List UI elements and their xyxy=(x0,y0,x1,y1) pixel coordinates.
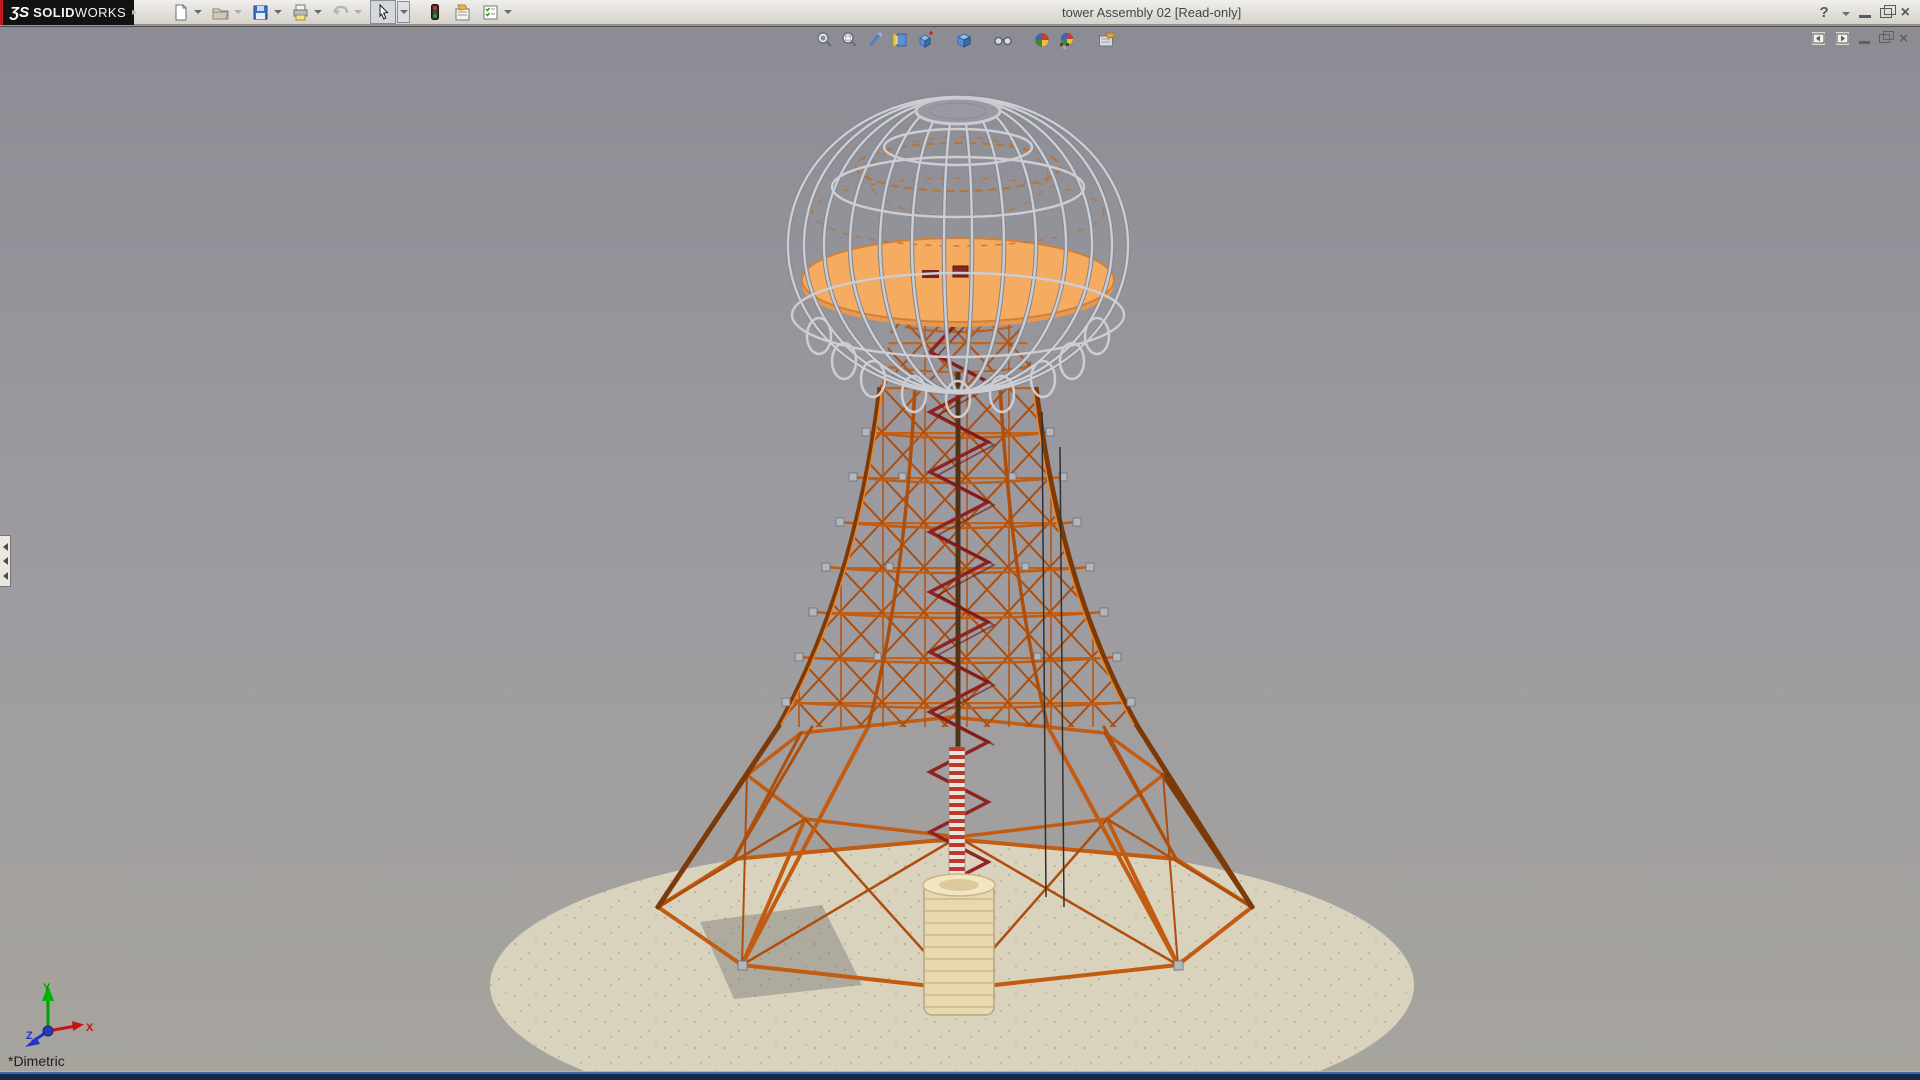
new-document-button[interactable] xyxy=(170,2,202,22)
collapse-arrow-icon xyxy=(3,543,8,551)
collapse-arrow-icon xyxy=(3,557,8,565)
taskbar-top-line xyxy=(0,1071,1920,1074)
logo-red-strip xyxy=(0,0,3,25)
window-title: tower Assembly 02 [Read-only] xyxy=(1062,0,1241,25)
section-view-button[interactable] xyxy=(890,30,910,50)
view-simulation-button[interactable] xyxy=(424,2,444,22)
help-button[interactable]: ? xyxy=(1819,4,1828,21)
help-dropdown[interactable] xyxy=(1842,12,1850,16)
solidworks-wordmark: SOLIDWORKS xyxy=(33,5,126,20)
zoom-to-area-button[interactable] xyxy=(840,30,860,50)
eyeglasses-icon xyxy=(993,31,1013,49)
undo-dropdown[interactable] xyxy=(354,10,362,14)
zoom-to-fit-icon xyxy=(816,31,834,49)
base-coil xyxy=(923,747,995,1015)
display-style-icon xyxy=(955,31,973,49)
section-view-icon xyxy=(891,31,909,49)
traffic-light-icon xyxy=(424,2,444,22)
restore-button[interactable] xyxy=(1880,8,1892,18)
doc-restore-button[interactable] xyxy=(1879,34,1890,43)
platform-equipment xyxy=(953,266,968,277)
zoom-to-fit-button[interactable] xyxy=(815,30,835,50)
minimize-button[interactable] xyxy=(1859,15,1871,18)
title-bar: ƷS SOLIDWORKS ▸ xyxy=(0,0,1920,25)
new-document-dropdown[interactable] xyxy=(194,10,202,14)
select-dropdown[interactable] xyxy=(397,1,410,23)
triad-y-label: Y xyxy=(43,982,51,994)
appearance-sphere-icon xyxy=(1033,31,1051,49)
view-orientation-label: *Dimetric xyxy=(8,1053,65,1069)
open-button[interactable] xyxy=(210,2,242,22)
save-dropdown[interactable] xyxy=(274,10,282,14)
display-style-button[interactable] xyxy=(954,30,974,50)
view-settings-button[interactable] xyxy=(1096,30,1116,50)
expand-right-panel-button[interactable] xyxy=(1835,31,1850,46)
dome-oculus xyxy=(916,98,1000,124)
reference-triad: Y X Z xyxy=(16,979,100,1053)
print-button[interactable] xyxy=(290,2,322,22)
options-dropdown[interactable] xyxy=(504,10,512,14)
scene-sphere-icon xyxy=(1058,31,1076,49)
select-pressed-state xyxy=(370,0,396,24)
solidworks-3ds-glyph: ƷS xyxy=(10,4,29,21)
main-toolbar xyxy=(170,0,520,24)
options-button[interactable] xyxy=(480,2,512,22)
doc-minimize-button[interactable] xyxy=(1859,41,1870,44)
triad-x-arrow xyxy=(72,1021,84,1031)
doc-close-button[interactable]: × xyxy=(1899,31,1908,46)
collapse-left-panel-button[interactable] xyxy=(1811,31,1826,46)
design-binder-button[interactable] xyxy=(452,2,472,22)
tower-3d-model[interactable] xyxy=(0,27,1920,1072)
solidworks-logo: ƷS SOLIDWORKS ▸ xyxy=(0,0,134,25)
hide-show-items-button[interactable] xyxy=(993,30,1013,50)
previous-view-button[interactable] xyxy=(865,30,885,50)
open-dropdown[interactable] xyxy=(234,10,242,14)
triad-x-label: X xyxy=(86,1022,94,1034)
feature-manager-collapsed-tab[interactable] xyxy=(0,535,11,587)
view-orientation-icon xyxy=(916,31,934,49)
select-cursor-icon xyxy=(373,2,393,22)
close-button[interactable]: × xyxy=(1901,5,1910,21)
save-button[interactable] xyxy=(250,2,282,22)
triad-origin xyxy=(43,1026,53,1036)
edit-appearance-button[interactable] xyxy=(1032,30,1052,50)
print-dropdown[interactable] xyxy=(314,10,322,14)
save-floppy-icon xyxy=(250,2,270,22)
graphics-viewport[interactable]: × Y X Z *Dimetric xyxy=(0,26,1920,1071)
taskbar-edge xyxy=(0,1071,1920,1080)
titlebar-controls: ? × xyxy=(1819,0,1910,25)
triad-z-label: Z xyxy=(26,1030,33,1042)
options-checklist-icon xyxy=(480,2,500,22)
solidworks-window: ƷS SOLIDWORKS ▸ xyxy=(0,0,1920,1080)
document-window-controls: × xyxy=(1811,31,1908,46)
panel-right-arrow-icon xyxy=(1836,32,1849,45)
print-icon xyxy=(290,2,310,22)
view-settings-icon xyxy=(1097,31,1116,49)
view-orientation-button[interactable] xyxy=(915,30,935,50)
new-document-icon xyxy=(170,2,190,22)
panel-left-arrow-icon xyxy=(1812,32,1825,45)
previous-view-icon xyxy=(866,31,884,49)
headsup-view-toolbar xyxy=(815,30,1121,50)
menu-flyout-arrow[interactable]: ▸ xyxy=(132,7,137,18)
open-folder-icon xyxy=(210,2,230,22)
undo-button[interactable] xyxy=(330,2,362,22)
select-tool-button[interactable] xyxy=(370,0,410,24)
apply-scene-button[interactable] xyxy=(1057,30,1077,50)
design-binder-icon xyxy=(452,2,472,22)
undo-icon xyxy=(330,2,350,22)
collapse-arrow-icon xyxy=(3,572,8,580)
zoom-to-area-icon xyxy=(841,31,859,49)
